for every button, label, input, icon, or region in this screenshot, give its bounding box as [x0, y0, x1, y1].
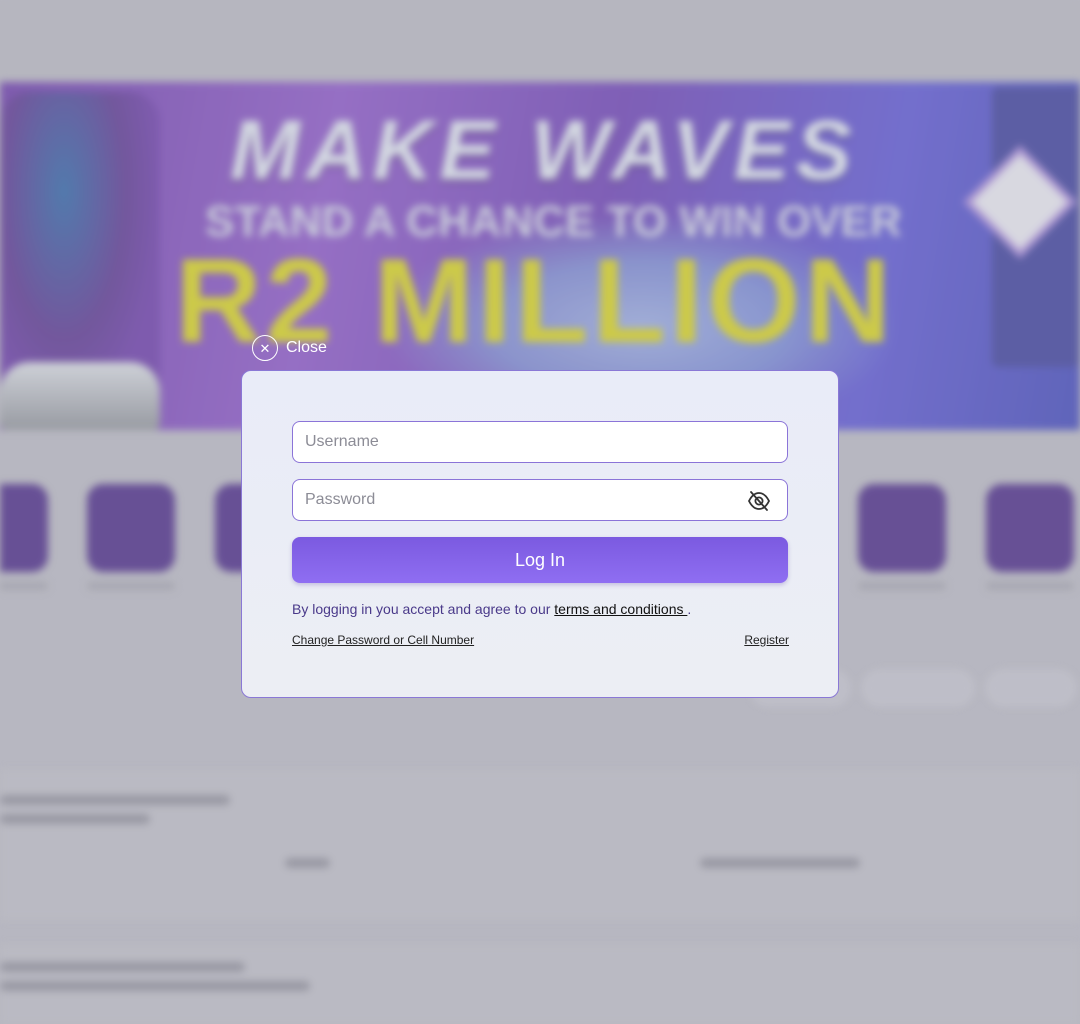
- change-password-link[interactable]: Change Password or Cell Number: [292, 633, 474, 647]
- eye-slash-icon[interactable]: [747, 490, 771, 512]
- username-field[interactable]: [292, 421, 788, 463]
- terms-link[interactable]: terms and conditions: [554, 601, 687, 617]
- terms-suffix: .: [687, 601, 692, 617]
- close-button[interactable]: ✕ Close: [252, 335, 327, 361]
- password-input[interactable]: [305, 480, 775, 520]
- username-input[interactable]: [305, 422, 775, 462]
- close-icon[interactable]: ✕: [252, 335, 278, 361]
- register-link[interactable]: Register: [744, 633, 789, 647]
- terms-prefix: By logging in you accept and agree to ou…: [292, 601, 555, 617]
- terms-text: By logging in you accept and agree to ou…: [292, 601, 691, 617]
- close-label[interactable]: Close: [286, 339, 327, 357]
- password-field[interactable]: [292, 479, 788, 521]
- login-modal: Log In By logging in you accept and agre…: [241, 370, 839, 698]
- login-button[interactable]: Log In: [292, 537, 788, 583]
